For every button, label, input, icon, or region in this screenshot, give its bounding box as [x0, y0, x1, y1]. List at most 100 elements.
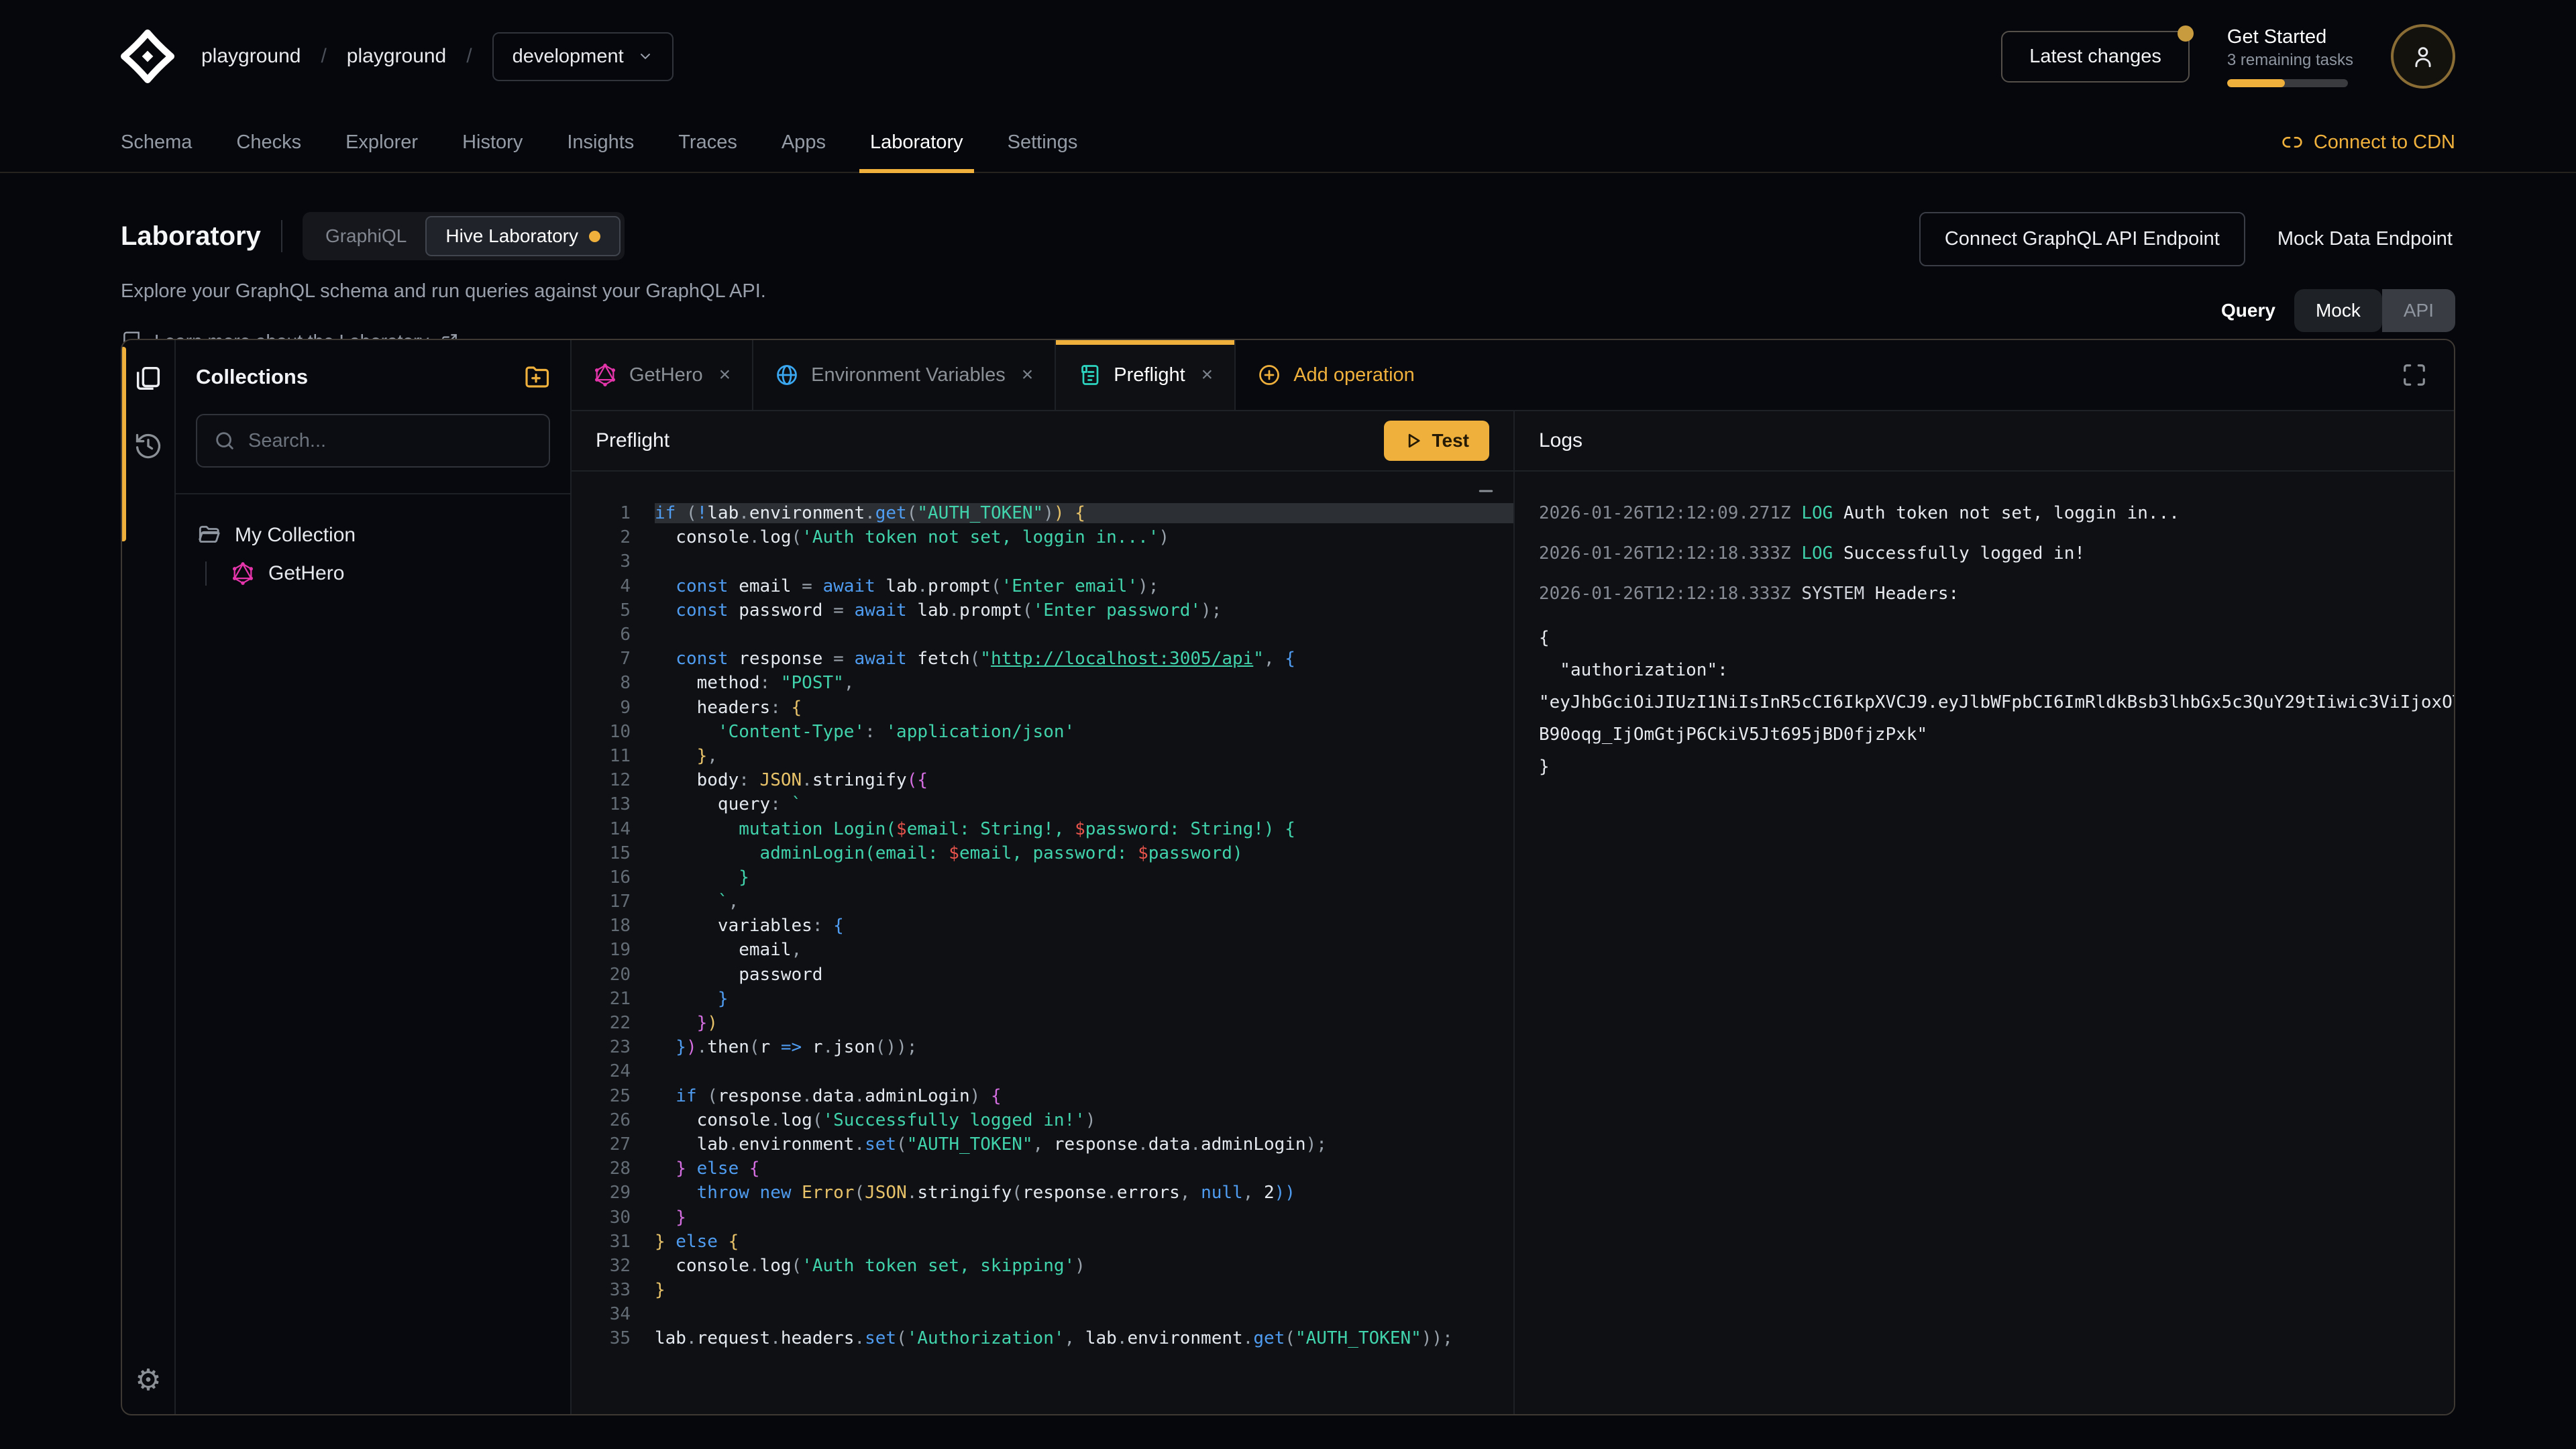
line-number: 28 [572, 1159, 655, 1179]
tab-add-operation[interactable]: Add operation [1236, 340, 1436, 410]
code-line-text: method: "POST", [655, 673, 1513, 693]
code-line[interactable]: 24 [572, 1059, 1513, 1083]
folder-open-icon [196, 523, 221, 548]
code-line[interactable]: 6 [572, 623, 1513, 647]
code-line[interactable]: 21 } [572, 987, 1513, 1011]
code-line[interactable]: 25 if (response.data.adminLogin) { [572, 1084, 1513, 1108]
history-icon[interactable] [133, 431, 163, 461]
code-line[interactable]: 13 query: ` [572, 792, 1513, 816]
tree-item-my-collection[interactable]: My Collection [196, 523, 550, 548]
log-entry: 2026-01-26T12:12:18.333Z LOG Successfull… [1539, 541, 2454, 566]
nav-item-checks[interactable]: Checks [236, 113, 301, 172]
test-button[interactable]: Test [1384, 421, 1490, 461]
code-line-text: if (response.data.adminLogin) { [655, 1086, 1513, 1106]
logs-panel: Logs 2026-01-26T12:12:09.271Z LOG Auth t… [1515, 411, 2454, 1414]
user-avatar[interactable] [2391, 24, 2455, 89]
code-line[interactable]: 23 }).then(r => r.json()); [572, 1035, 1513, 1059]
page-title: Laboratory [121, 221, 261, 252]
mock-data-endpoint-button[interactable]: Mock Data Endpoint [2275, 213, 2455, 265]
code-line[interactable]: 28 } else { [572, 1157, 1513, 1181]
code-line[interactable]: 17 `, [572, 890, 1513, 914]
close-icon[interactable]: × [1022, 364, 1034, 386]
laboratory-panel: ⚙ Collections [121, 339, 2455, 1415]
nav-item-schema[interactable]: Schema [121, 113, 192, 172]
nav-item-settings[interactable]: Settings [1008, 113, 1078, 172]
nav-item-explorer[interactable]: Explorer [345, 113, 418, 172]
code-line[interactable]: 4 const email = await lab.prompt('Enter … [572, 574, 1513, 598]
code-line[interactable]: 2 console.log('Auth token not set, loggi… [572, 525, 1513, 549]
toggle-option-graphiql[interactable]: GraphiQL [307, 217, 425, 255]
code-line[interactable]: 15 adminLogin(email: $email, password: $… [572, 841, 1513, 865]
fullscreen-icon[interactable] [2375, 340, 2454, 410]
code-line[interactable]: 18 variables: { [572, 914, 1513, 938]
collections-icon[interactable] [133, 363, 164, 394]
code-line[interactable]: 19 email, [572, 938, 1513, 962]
get-started-progress-fill [2227, 79, 2285, 87]
nav-item-apps[interactable]: Apps [782, 113, 826, 172]
logs-body[interactable]: 2026-01-26T12:12:09.271Z LOG Auth token … [1515, 472, 2454, 1414]
code-line[interactable]: 5 const password = await lab.prompt('Ent… [572, 598, 1513, 623]
mode-option-mock[interactable]: Mock [2294, 289, 2382, 332]
code-line[interactable]: 12 body: JSON.stringify({ [572, 768, 1513, 792]
code-line[interactable]: 35lab.request.headers.set('Authorization… [572, 1326, 1513, 1350]
breadcrumb-org[interactable]: playground [201, 45, 301, 68]
code-line-text: `, [655, 892, 1513, 912]
globe-icon [775, 363, 799, 387]
close-icon[interactable]: × [719, 364, 731, 386]
nav-item-traces[interactable]: Traces [678, 113, 737, 172]
code-line[interactable]: 16 } [572, 865, 1513, 890]
code-line[interactable]: 32 console.log('Auth token set, skipping… [572, 1254, 1513, 1278]
breadcrumb-project[interactable]: playground [347, 45, 446, 68]
code-line[interactable]: 1if (!lab.environment.get("AUTH_TOKEN"))… [572, 501, 1513, 525]
nav-item-history[interactable]: History [462, 113, 523, 172]
line-number: 22 [572, 1013, 655, 1033]
code-line-text: } [655, 989, 1513, 1009]
code-line[interactable]: 33} [572, 1278, 1513, 1302]
code-line[interactable]: 27 lab.environment.set("AUTH_TOKEN", res… [572, 1132, 1513, 1157]
mode-option-api[interactable]: API [2382, 289, 2455, 332]
mode-pill: Mock API [2294, 289, 2455, 332]
connect-graphql-api-endpoint-button[interactable]: Connect GraphQL API Endpoint [1919, 212, 2245, 266]
hive-logo-icon[interactable] [121, 30, 174, 83]
code-line[interactable]: 26 console.log('Successfully logged in!'… [572, 1108, 1513, 1132]
code-line[interactable]: 10 'Content-Type': 'application/json' [572, 720, 1513, 744]
tab-environment-variables[interactable]: Environment Variables× [753, 340, 1056, 410]
collapse-icon[interactable] [1476, 481, 1496, 501]
code-line[interactable]: 11 }, [572, 744, 1513, 768]
line-number: 17 [572, 892, 655, 912]
code-line[interactable]: 29 throw new Error(JSON.stringify(respon… [572, 1181, 1513, 1205]
folder-plus-icon[interactable] [522, 363, 550, 391]
code-line[interactable]: 30 } [572, 1205, 1513, 1229]
code-line[interactable]: 8 method: "POST", [572, 671, 1513, 695]
code-line[interactable]: 7 const response = await fetch("http://l… [572, 647, 1513, 671]
log-entry: 2026-01-26T12:12:09.271Z LOG Auth token … [1539, 501, 2454, 525]
nav-item-laboratory[interactable]: Laboratory [870, 113, 963, 172]
code-line[interactable]: 3 [572, 549, 1513, 574]
close-icon[interactable]: × [1201, 364, 1214, 386]
tree-item-gethero[interactable]: GetHero [231, 561, 550, 586]
code-line[interactable]: 34 [572, 1302, 1513, 1326]
code-line[interactable]: 22 }) [572, 1011, 1513, 1035]
connect-to-cdn-link[interactable]: Connect to CDN [2282, 131, 2455, 154]
log-message: Headers: [1875, 584, 1959, 604]
tab-gethero[interactable]: GetHero× [572, 340, 753, 410]
code-line[interactable]: 20 password [572, 963, 1513, 987]
code-line[interactable]: 31} else { [572, 1230, 1513, 1254]
nav-item-insights[interactable]: Insights [567, 113, 634, 172]
target-dropdown[interactable]: development [492, 32, 674, 81]
line-number: 30 [572, 1208, 655, 1228]
get-started-widget[interactable]: Get Started 3 remaining tasks [2227, 26, 2353, 87]
code-line-text: if (!lab.environment.get("AUTH_TOKEN")) … [655, 503, 1513, 523]
tab-preflight[interactable]: Preflight× [1056, 340, 1236, 410]
log-detail-line: "eyJhbGciOiJIUzI1NiIsInR5cCI6IkpXVCJ9.ey… [1539, 686, 2454, 718]
code-editor[interactable]: 1if (!lab.environment.get("AUTH_TOKEN"))… [572, 472, 1513, 1414]
code-line[interactable]: 14 mutation Login($email: String!, $pass… [572, 816, 1513, 841]
search-input[interactable] [248, 430, 533, 452]
line-number: 32 [572, 1256, 655, 1276]
settings-gear-icon[interactable]: ⚙ [135, 1366, 161, 1395]
latest-changes-button[interactable]: Latest changes [2001, 31, 2190, 83]
laboratory-header: Laboratory GraphiQL Hive Laboratory Expl… [0, 173, 2576, 352]
code-line[interactable]: 9 headers: { [572, 696, 1513, 720]
toggle-option-hive-laboratory[interactable]: Hive Laboratory [425, 216, 621, 256]
line-number: 1 [572, 503, 655, 523]
